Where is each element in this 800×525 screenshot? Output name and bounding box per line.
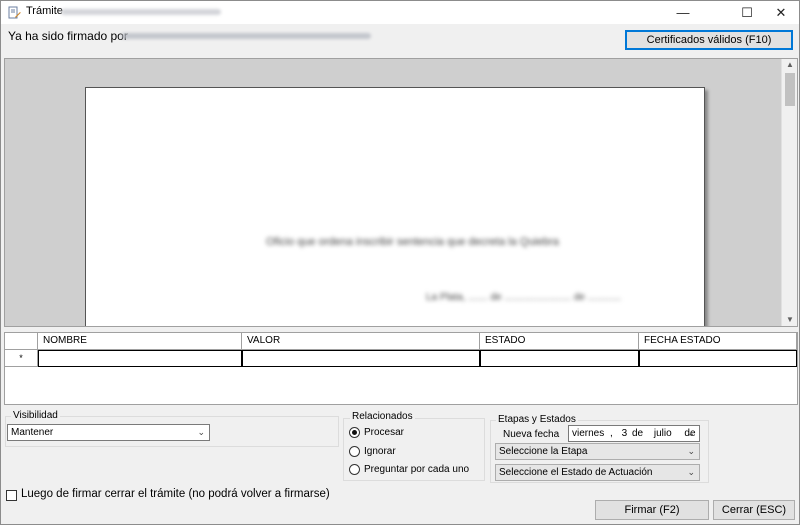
dialog-window: Trámite — ☐ ✕ Ya ha sido firmado por Cer… xyxy=(0,0,800,525)
etapa-select[interactable]: Seleccione la Etapa ⌄ xyxy=(495,443,700,460)
grid-header: NOMBRE VALOR ESTADO FECHA ESTADO xyxy=(5,333,797,350)
cell-estado[interactable] xyxy=(480,350,639,367)
estado-placeholder: Seleccione el Estado de Actuación xyxy=(499,467,653,478)
nueva-fecha-label: Nueva fecha xyxy=(503,429,560,440)
document-viewer[interactable]: Oficio que ordena inscribir sentencia qu… xyxy=(4,58,798,327)
document-page: Oficio que ordena inscribir sentencia qu… xyxy=(85,87,705,326)
close-window-button[interactable]: ✕ xyxy=(765,1,797,24)
document-pen-icon xyxy=(8,6,21,19)
date-day: 3 xyxy=(621,428,628,439)
radio-button-checked[interactable] xyxy=(349,427,360,438)
date-separator: , xyxy=(610,428,613,439)
radio-preguntar-label: Preguntar por cada uno xyxy=(364,464,470,475)
valid-certificates-button[interactable]: Certificados válidos (F10) xyxy=(625,30,793,50)
cell-nombre[interactable] xyxy=(38,350,242,367)
cancel-button[interactable]: Cerrar (ESC) xyxy=(713,500,795,520)
relacionados-legend: Relacionados xyxy=(350,411,415,422)
nueva-fecha-picker[interactable]: viernes , 3 de julio de ⌄ xyxy=(568,425,700,442)
column-header-fecha-estado[interactable]: FECHA ESTADO xyxy=(639,333,797,350)
signed-by-label: Ya ha sido firmado por xyxy=(8,29,128,43)
date-month: julio xyxy=(653,428,672,439)
chevron-down-icon: ⌄ xyxy=(687,446,695,456)
viewer-scrollbar[interactable]: ▲ ▼ xyxy=(781,59,797,326)
etapas-legend: Etapas y Estados xyxy=(496,414,578,425)
chevron-down-icon: ⌄ xyxy=(687,467,695,477)
column-header-nombre[interactable]: NOMBRE xyxy=(38,333,242,350)
cell-fecha-estado[interactable] xyxy=(639,350,797,367)
radio-button[interactable] xyxy=(349,446,360,457)
cell-valor[interactable] xyxy=(242,350,480,367)
date-de-1: de xyxy=(631,428,644,439)
chevron-down-icon: ⌄ xyxy=(687,428,695,438)
radio-procesar-label: Procesar xyxy=(364,427,405,438)
close-after-sign-checkbox[interactable] xyxy=(6,490,17,501)
radio-ignorar-label: Ignorar xyxy=(364,446,396,457)
scroll-down-icon[interactable]: ▼ xyxy=(782,314,797,326)
radio-procesar[interactable]: Procesar xyxy=(349,427,404,438)
etapa-placeholder: Seleccione la Etapa xyxy=(499,446,588,457)
document-date-line: La Plata, ....... de ...................… xyxy=(426,292,622,303)
close-after-sign-label[interactable]: Luego de firmar cerrar el trámite (no po… xyxy=(21,488,330,500)
radio-preguntar[interactable]: Preguntar por cada uno xyxy=(349,464,469,475)
radio-ignorar[interactable]: Ignorar xyxy=(349,446,396,457)
scroll-thumb[interactable] xyxy=(785,73,795,106)
properties-grid[interactable]: NOMBRE VALOR ESTADO FECHA ESTADO * xyxy=(4,332,798,405)
chevron-down-icon: ⌄ xyxy=(197,427,205,437)
scroll-up-icon[interactable]: ▲ xyxy=(782,59,797,71)
maximize-button[interactable]: ☐ xyxy=(731,1,763,24)
signer-redacted xyxy=(121,33,371,39)
estado-select[interactable]: Seleccione el Estado de Actuación ⌄ xyxy=(495,464,700,481)
minimize-button[interactable]: — xyxy=(667,1,699,24)
document-title-text: Oficio que ordena inscribir sentencia qu… xyxy=(266,236,559,248)
column-header-estado[interactable]: ESTADO xyxy=(480,333,639,350)
sign-button[interactable]: Firmar (F2) xyxy=(595,500,709,520)
date-weekday: viernes xyxy=(572,428,605,439)
column-header-valor[interactable]: VALOR xyxy=(242,333,480,350)
title-bar[interactable]: Trámite — ☐ ✕ xyxy=(1,1,799,24)
title-redacted xyxy=(61,9,221,15)
visibilidad-select[interactable]: Mantener ⌄ xyxy=(7,424,210,441)
row-header-cell xyxy=(5,333,38,350)
visibilidad-legend: Visibilidad xyxy=(11,410,60,421)
table-row[interactable]: * xyxy=(5,350,797,367)
new-row-marker: * xyxy=(5,350,38,367)
window-title: Trámite xyxy=(26,5,63,17)
visibilidad-selected-value: Mantener xyxy=(11,427,54,438)
radio-button[interactable] xyxy=(349,464,360,475)
